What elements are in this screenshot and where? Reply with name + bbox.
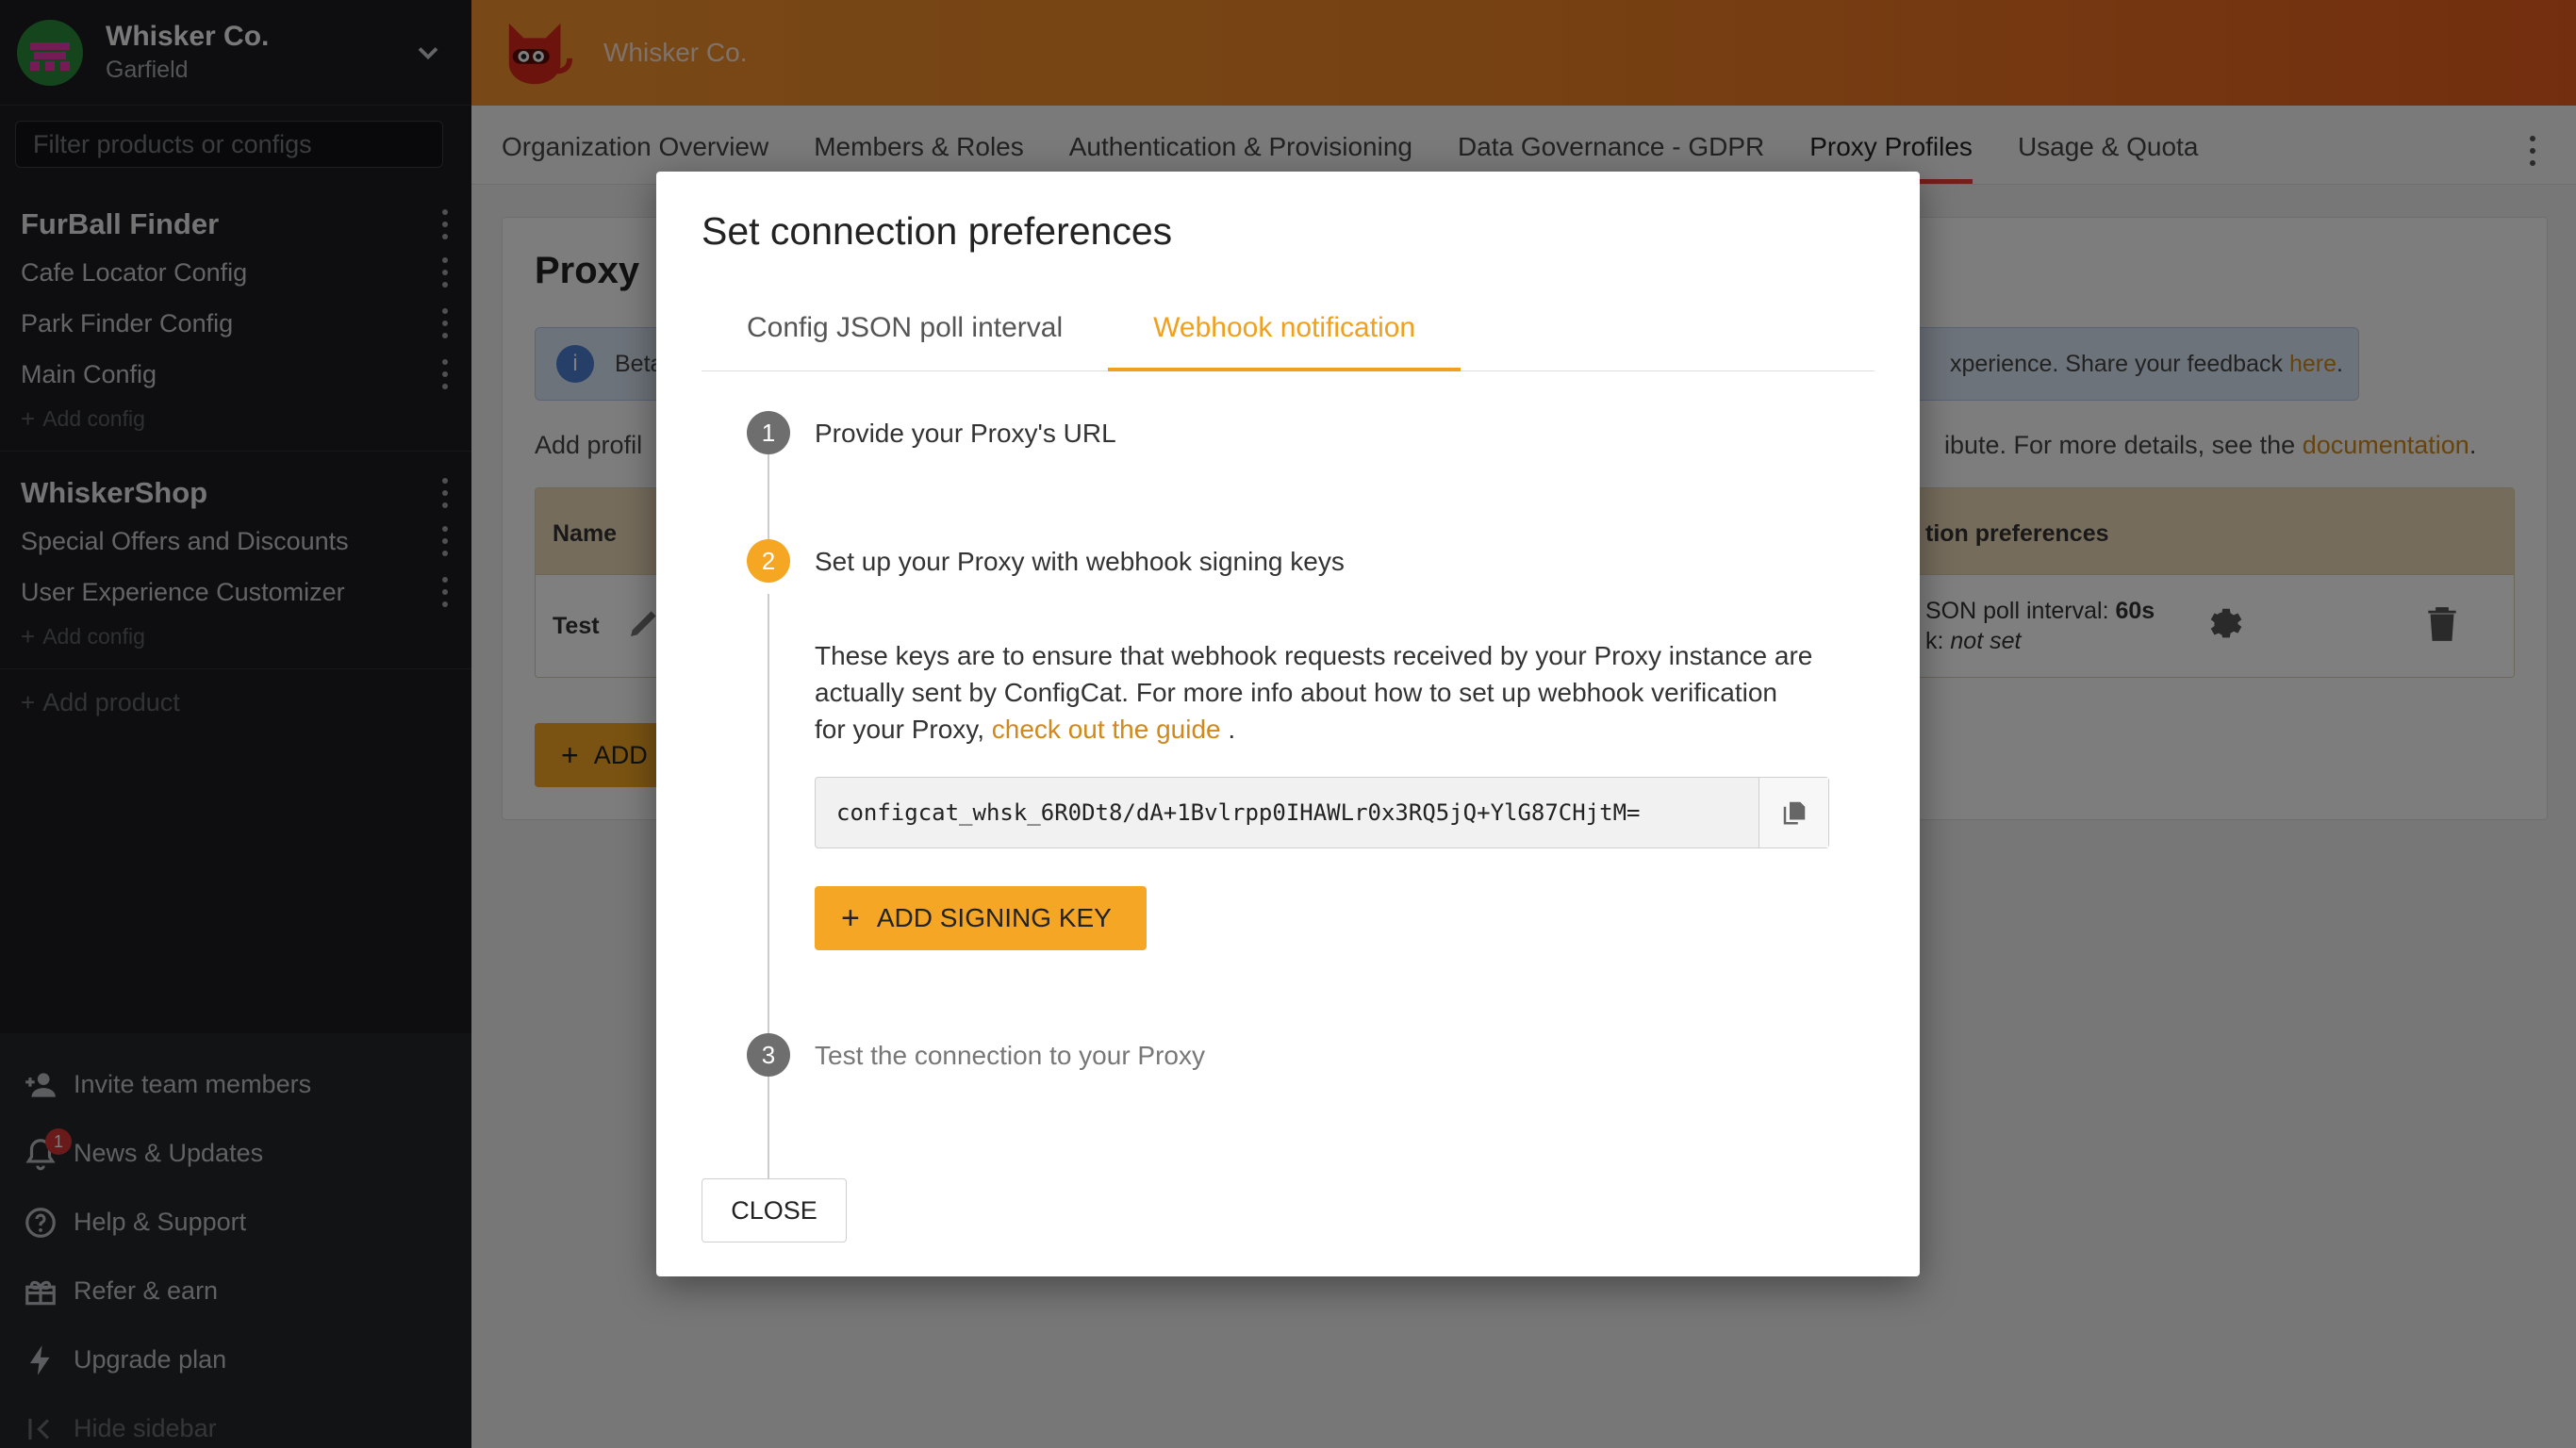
- copy-icon: [1783, 801, 1805, 825]
- step-number: 2: [747, 539, 790, 583]
- signing-key-field: configcat_whsk_6R0Dt8/dA+1Bvlrpp0IHAWLr0…: [815, 777, 1829, 848]
- close-button[interactable]: CLOSE: [702, 1178, 847, 1242]
- signing-keys-description: These keys are to ensure that webhook re…: [815, 637, 1814, 748]
- guide-link[interactable]: check out the guide: [992, 715, 1221, 744]
- tab-webhook-notification[interactable]: Webhook notification: [1108, 288, 1461, 371]
- copy-button[interactable]: [1759, 778, 1828, 847]
- connection-preferences-dialog: Set connection preferences Config JSON p…: [656, 172, 1920, 1276]
- stepper-connector: [768, 454, 769, 551]
- signing-key-value[interactable]: configcat_whsk_6R0Dt8/dA+1Bvlrpp0IHAWLr0…: [816, 799, 1759, 826]
- add-signing-key-button[interactable]: + ADD SIGNING KEY: [815, 886, 1147, 950]
- dialog-title: Set connection preferences: [702, 209, 1173, 253]
- stepper-connector: [768, 594, 769, 1192]
- step-number: 1: [747, 411, 790, 454]
- dialog-tabs: Config JSON poll interval Webhook notifi…: [702, 288, 1874, 371]
- step-label[interactable]: Set up your Proxy with webhook signing k…: [815, 547, 1345, 577]
- plus-icon: +: [841, 900, 860, 936]
- description-end: .: [1220, 715, 1236, 744]
- step-label[interactable]: Provide your Proxy's URL: [815, 419, 1116, 449]
- step-label[interactable]: Test the connection to your Proxy: [815, 1041, 1205, 1071]
- description-text: These keys are to ensure that webhook re…: [815, 641, 1813, 744]
- tab-poll-interval[interactable]: Config JSON poll interval: [702, 288, 1108, 371]
- step-number: 3: [747, 1033, 790, 1077]
- add-signing-key-label: ADD SIGNING KEY: [876, 903, 1112, 932]
